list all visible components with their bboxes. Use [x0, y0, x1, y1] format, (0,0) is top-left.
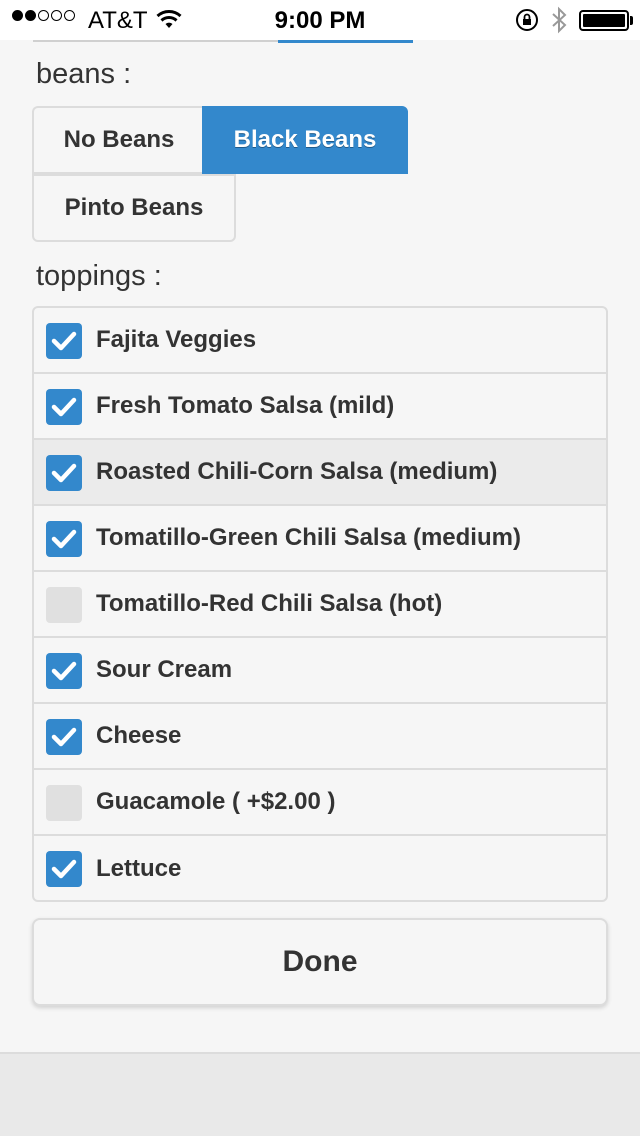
- topping-item[interactable]: Tomatillo-Red Chili Salsa (hot): [34, 572, 606, 638]
- topping-item[interactable]: Lettuce: [34, 836, 606, 900]
- topping-item[interactable]: Tomatillo-Green Chili Salsa (medium): [34, 506, 606, 572]
- checkbox-checked-icon[interactable]: [46, 719, 82, 755]
- topping-label: Sour Cream: [96, 656, 233, 683]
- toppings-list: Fajita Veggies Fresh Tomato Salsa (mild)…: [32, 306, 608, 902]
- topping-label: Tomatillo-Red Chili Salsa (hot): [96, 590, 443, 617]
- topping-item[interactable]: Fajita Veggies: [34, 308, 606, 374]
- options-panel: beans : No Beans Black Beans Pinto Beans…: [0, 40, 640, 1054]
- topping-label: Tomatillo-Green Chili Salsa (medium): [96, 524, 521, 551]
- checkbox-unchecked-icon[interactable]: [46, 785, 82, 821]
- no-beans-button[interactable]: No Beans: [32, 106, 204, 174]
- checkbox-checked-icon[interactable]: [46, 323, 82, 359]
- topping-label: Guacamole ( +$2.00 ): [96, 788, 336, 815]
- topping-item[interactable]: Guacamole ( +$2.00 ): [34, 770, 606, 836]
- topping-label: Cheese: [96, 722, 182, 749]
- topping-label: Roasted Chili-Corn Salsa (medium): [96, 458, 498, 485]
- topping-item[interactable]: Fresh Tomato Salsa (mild): [34, 374, 606, 440]
- beans-label: beans :: [36, 58, 132, 90]
- checkbox-checked-icon[interactable]: [46, 851, 82, 887]
- checkbox-checked-icon[interactable]: [46, 389, 82, 425]
- topping-item[interactable]: Cheese: [34, 704, 606, 770]
- bluetooth-icon: [551, 6, 567, 39]
- status-bar: AT&T 9:00 PM: [0, 0, 640, 40]
- topping-item[interactable]: Roasted Chili-Corn Salsa (medium): [34, 440, 606, 506]
- status-time: 9:00 PM: [274, 7, 366, 34]
- topping-label: Lettuce: [96, 855, 182, 882]
- done-button[interactable]: Done: [32, 918, 608, 1006]
- checkbox-checked-icon[interactable]: [46, 653, 82, 689]
- battery-tip: [630, 16, 633, 25]
- checkbox-checked-icon[interactable]: [46, 521, 82, 557]
- previous-selected-edge: [278, 40, 413, 43]
- orientation-lock-icon: [515, 8, 539, 37]
- topping-label: Fajita Veggies: [96, 326, 257, 353]
- topping-item[interactable]: Sour Cream: [34, 638, 606, 704]
- checkbox-unchecked-icon[interactable]: [46, 587, 82, 623]
- battery-level: [583, 14, 625, 27]
- battery-icon: [579, 10, 629, 31]
- pinto-beans-button[interactable]: Pinto Beans: [32, 174, 236, 242]
- topping-label: Fresh Tomato Salsa (mild): [96, 392, 395, 419]
- black-beans-button[interactable]: Black Beans: [202, 106, 408, 174]
- toppings-label: toppings :: [36, 260, 162, 292]
- previous-section-edge: [33, 40, 413, 43]
- checkbox-checked-icon[interactable]: [46, 455, 82, 491]
